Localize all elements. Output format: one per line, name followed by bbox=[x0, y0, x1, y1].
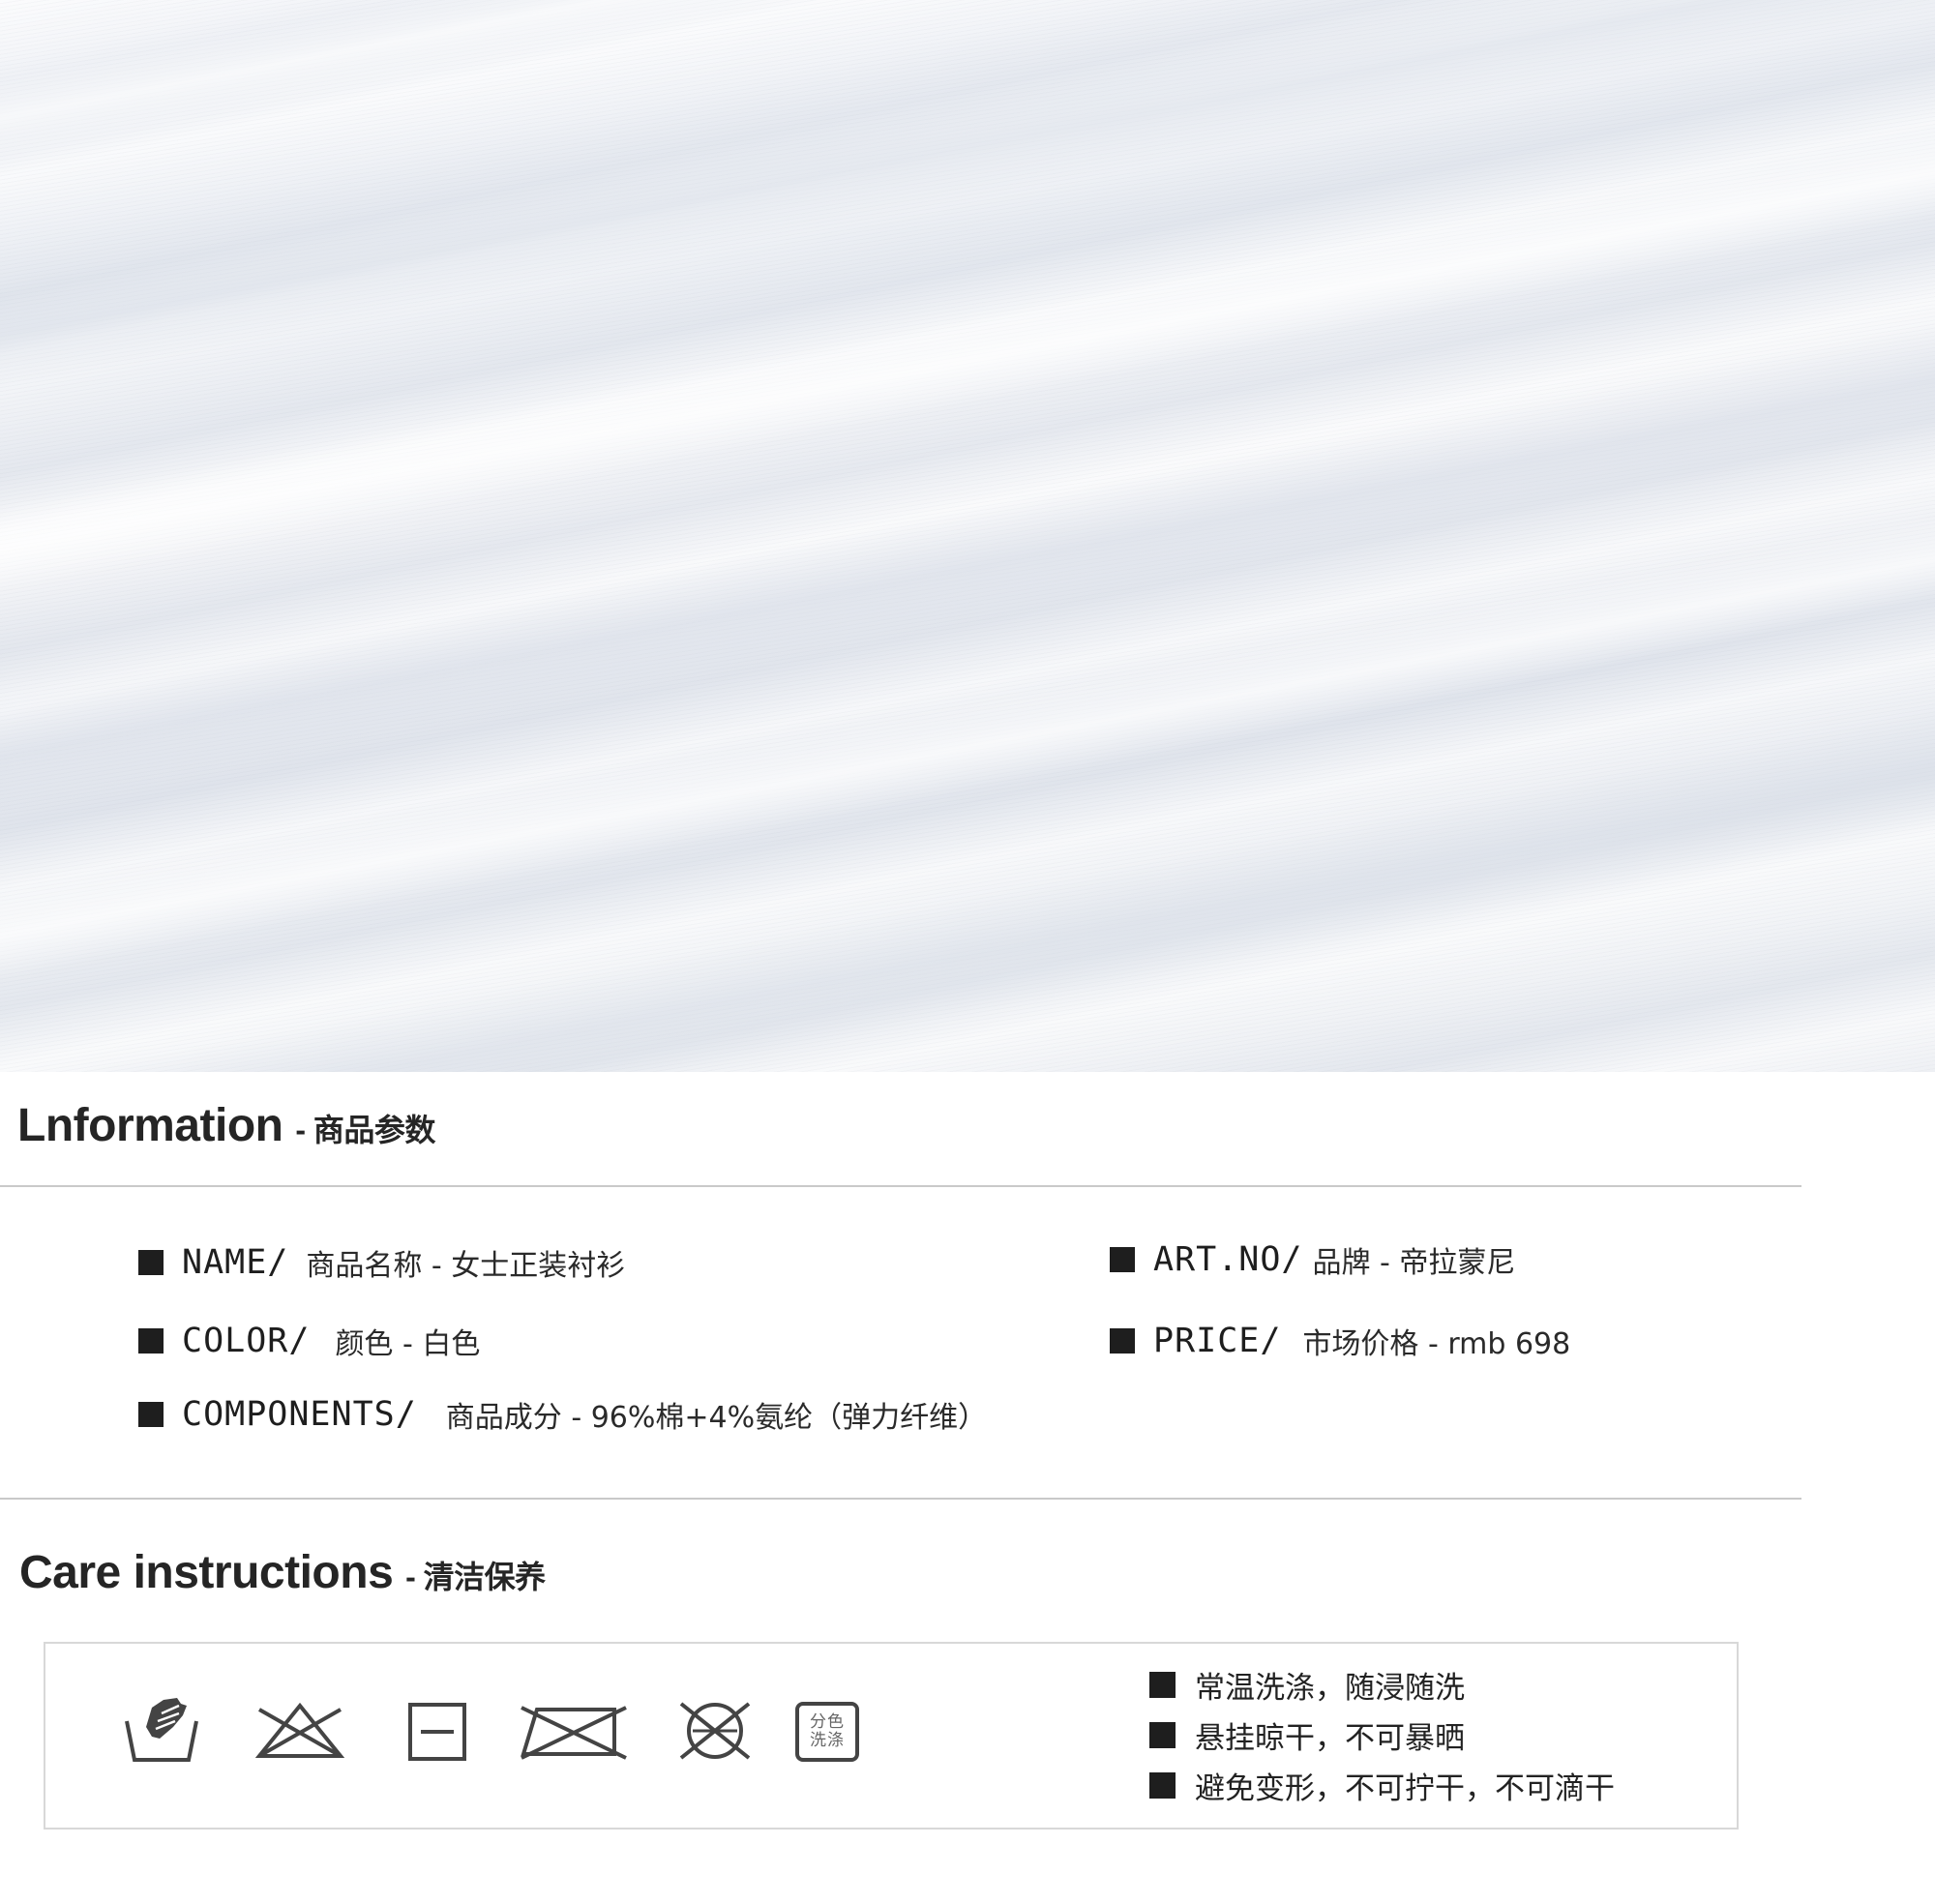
wash-separately-text: 洗涤 bbox=[810, 1731, 845, 1750]
bullet-square-icon bbox=[1149, 1722, 1176, 1748]
info-item-art-no: ART.NO/ 品牌 - 帝拉蒙尼 bbox=[1110, 1238, 1515, 1281]
info-value: 市场价格 - rmb 698 bbox=[1302, 1327, 1571, 1361]
info-label: NAME/ bbox=[182, 1243, 289, 1282]
bullet-square-icon bbox=[1110, 1328, 1135, 1354]
fabric-photo bbox=[0, 0, 1935, 1072]
care-note: 常温洗涤，随浸随洗 bbox=[1149, 1663, 1465, 1707]
information-title-main: Lnformation bbox=[17, 1100, 283, 1151]
info-value: 品牌 - 帝拉蒙尼 bbox=[1312, 1246, 1516, 1280]
do-not-iron-icon bbox=[521, 1706, 627, 1760]
do-not-bleach-icon bbox=[254, 1702, 345, 1758]
care-note: 悬挂晾干，不可暴晒 bbox=[1149, 1713, 1465, 1757]
info-item-color: COLOR/ 颜色 - 白色 bbox=[138, 1320, 480, 1362]
info-label: COMPONENTS/ bbox=[182, 1395, 417, 1434]
care-title-sub: - 清洁保养 bbox=[405, 1560, 546, 1594]
care-note-text: 悬挂晾干，不可暴晒 bbox=[1195, 1721, 1465, 1756]
bullet-square-icon bbox=[138, 1402, 164, 1427]
info-value: 商品成分 - 96%棉+4%氨纶（弹力纤维） bbox=[445, 1401, 988, 1435]
info-item-components: COMPONENTS/ 商品成分 - 96%棉+4%氨纶（弹力纤维） bbox=[138, 1393, 987, 1436]
bullet-square-icon bbox=[138, 1250, 164, 1275]
divider bbox=[0, 1498, 1801, 1500]
bullet-square-icon bbox=[138, 1328, 164, 1354]
dry-flat-icon bbox=[408, 1703, 466, 1761]
information-title: Lnformation - 商品参数 bbox=[17, 1099, 435, 1152]
hand-wash-icon bbox=[125, 1698, 198, 1762]
do-not-dry-clean-icon bbox=[679, 1702, 751, 1760]
divider bbox=[0, 1185, 1801, 1187]
info-item-price: PRICE/ 市场价格 - rmb 698 bbox=[1110, 1320, 1570, 1362]
info-label: PRICE/ bbox=[1153, 1322, 1282, 1360]
wash-separately-text: 分色 bbox=[810, 1712, 845, 1732]
info-item-name: NAME/ 商品名称 - 女士正装衬衫 bbox=[138, 1241, 625, 1284]
wash-separately-icon: 分色 洗涤 bbox=[795, 1702, 859, 1762]
bullet-square-icon bbox=[1110, 1247, 1135, 1272]
info-label: ART.NO/ bbox=[1153, 1240, 1303, 1279]
bullet-square-icon bbox=[1149, 1672, 1176, 1698]
info-label: COLOR/ bbox=[182, 1322, 311, 1360]
care-note-text: 常温洗涤，随浸随洗 bbox=[1195, 1671, 1465, 1706]
care-note: 避免变形，不可拧干，不可滴干 bbox=[1149, 1764, 1615, 1807]
bullet-square-icon bbox=[1149, 1772, 1176, 1799]
info-value: 商品名称 - 女士正装衬衫 bbox=[306, 1249, 626, 1283]
information-title-sub: - 商品参数 bbox=[295, 1113, 435, 1147]
info-value: 颜色 - 白色 bbox=[335, 1327, 481, 1361]
care-instructions-box: 分色 洗涤 常温洗涤，随浸随洗 悬挂晾干，不可暴晒 避免变形，不可拧干，不可滴干 bbox=[44, 1642, 1739, 1830]
care-note-text: 避免变形，不可拧干，不可滴干 bbox=[1195, 1771, 1615, 1806]
care-title: Care instructions - 清洁保养 bbox=[19, 1546, 546, 1599]
care-title-main: Care instructions bbox=[19, 1547, 394, 1598]
